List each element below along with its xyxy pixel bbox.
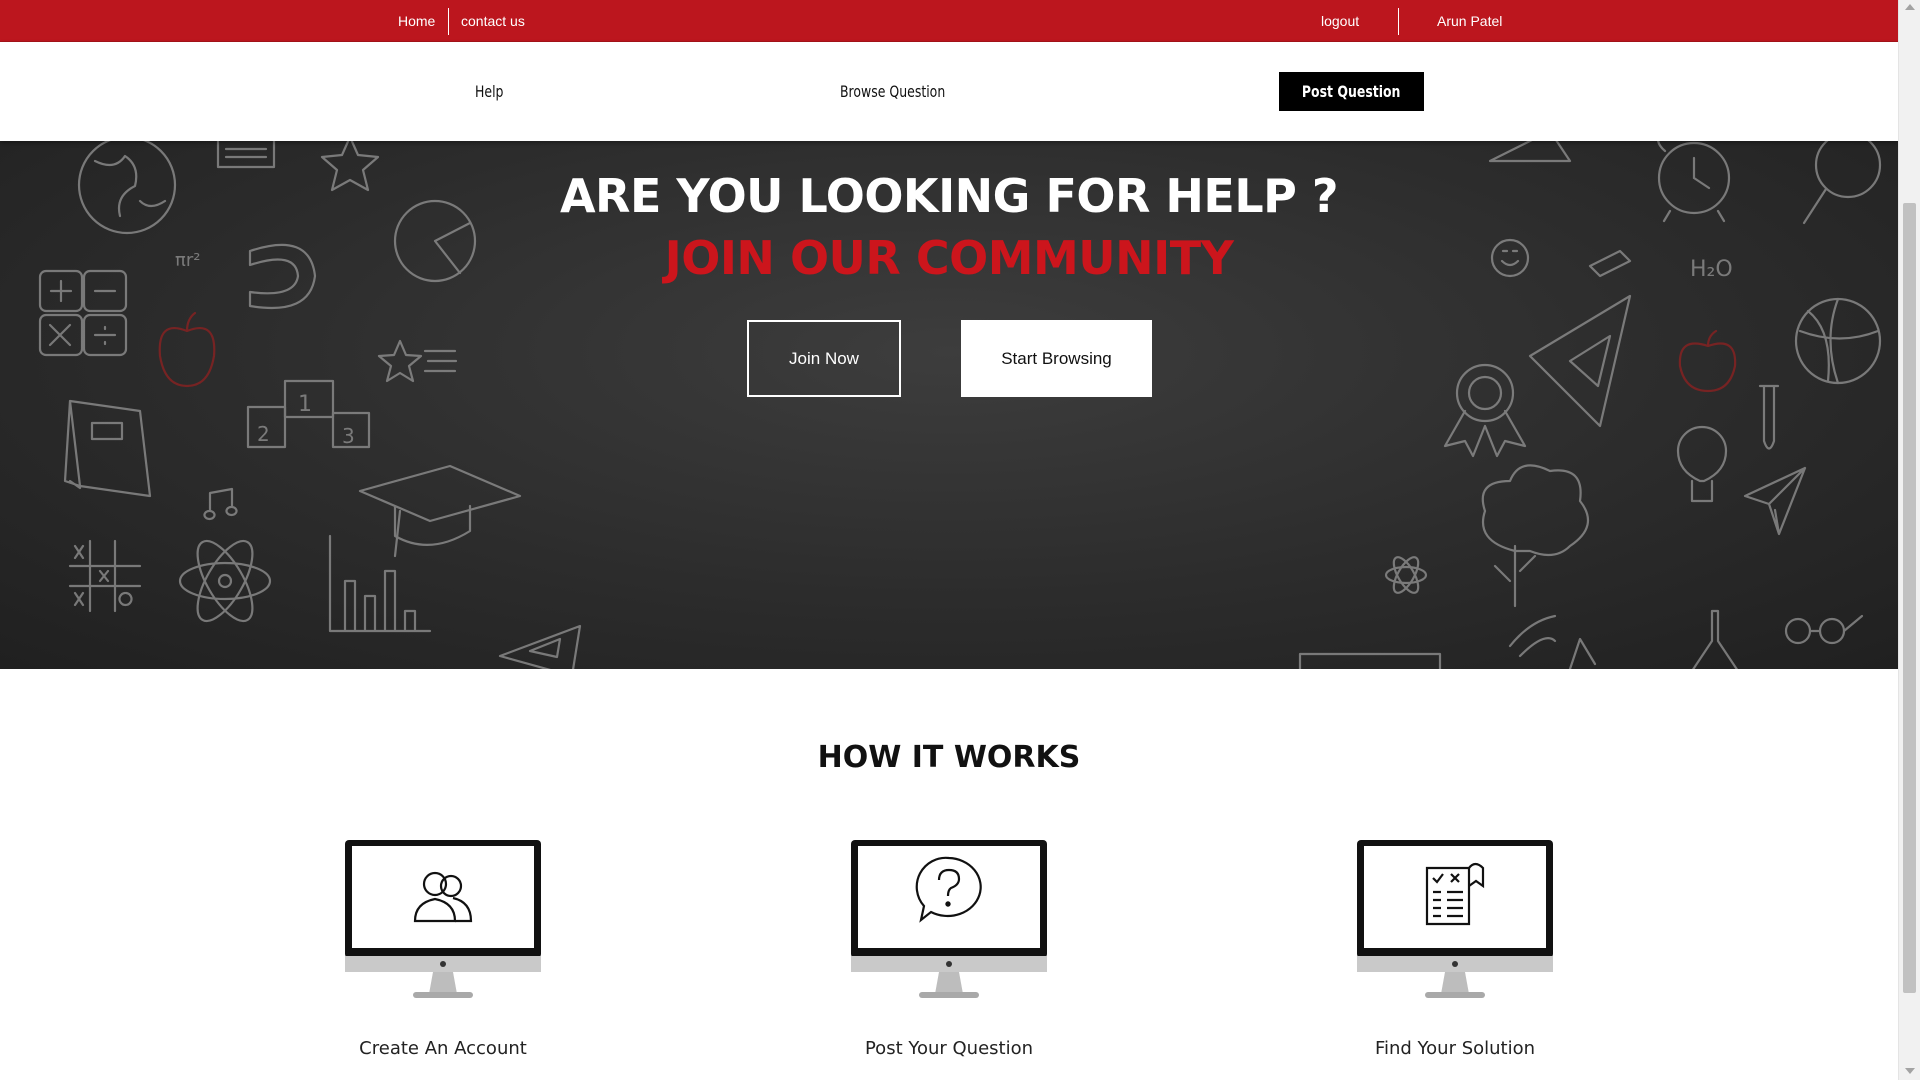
- main-nav: Help Browse Question Post Question: [0, 42, 1898, 141]
- tree-doodle-icon: [1481, 464, 1590, 608]
- post-question-label: Post Question: [1302, 82, 1401, 101]
- graduation-cap-doodle-icon: [358, 464, 522, 558]
- top-bar-divider: [1398, 8, 1399, 35]
- podium-doodle-icon: 1 2 3: [246, 379, 371, 449]
- svg-text:3: 3: [342, 424, 355, 448]
- monitor-icon: [345, 840, 541, 998]
- signal-doodle-icon: [1508, 614, 1597, 669]
- test-tube-doodle-icon: [1758, 384, 1780, 450]
- glasses-doodle-icon: [1784, 614, 1864, 645]
- nav-help-link[interactable]: Help: [475, 42, 503, 141]
- post-question-button[interactable]: Post Question: [1279, 72, 1424, 111]
- set-square-doodle-icon: [498, 624, 582, 669]
- ruler-doodle-icon: [1488, 141, 1572, 163]
- basketball-doodle-icon: [1794, 297, 1882, 385]
- hero-banner: πr² 123 H₂O ARE YOU LOOKING FOR HELP ? J…: [0, 141, 1898, 669]
- monitor-icon: [851, 840, 1047, 998]
- atom-doodle-icon: [178, 539, 272, 623]
- book-doodle-icon: [63, 399, 152, 498]
- step-label: Create An Account: [359, 1038, 527, 1059]
- tictactoe-doodle-icon: [68, 539, 142, 613]
- apple-doodle-icon: [158, 311, 216, 388]
- set-square-right-doodle-icon: [1528, 294, 1632, 428]
- step-find-solution: Find Your Solution: [1345, 838, 1565, 1059]
- flask-doodle-icon: [1692, 609, 1738, 669]
- top-bar: Home contact us logout Arun Patel: [0, 0, 1898, 42]
- lightbulb-doodle-icon: [1676, 425, 1728, 503]
- scroll-down-arrow-icon[interactable]: [1905, 1068, 1915, 1074]
- vertical-scrollbar[interactable]: [1898, 0, 1920, 1080]
- user-name-link[interactable]: Arun Patel: [1437, 0, 1502, 42]
- how-it-works-title: HOW IT WORKS: [817, 740, 1081, 775]
- monitor-icon: [1357, 840, 1553, 998]
- bar-chart-doodle-icon: [328, 534, 432, 633]
- step-post-question: Post Your Question: [839, 838, 1059, 1059]
- apple-right-doodle-icon: [1678, 329, 1737, 393]
- scroll-up-arrow-icon[interactable]: [1905, 4, 1915, 10]
- start-browsing-button[interactable]: Start Browsing: [961, 320, 1152, 397]
- hero-subheadline: JOIN OUR COMMUNITY: [664, 231, 1234, 285]
- home-link[interactable]: Home: [398, 0, 435, 42]
- shooting-star-doodle-icon: [377, 339, 458, 383]
- paper-plane-doodle-icon: [1743, 466, 1807, 536]
- join-now-button[interactable]: Join Now: [747, 320, 901, 397]
- award-ribbon-doodle-icon: [1443, 363, 1527, 458]
- music-note-doodle-icon: [203, 487, 238, 521]
- contact-link[interactable]: contact us: [461, 0, 525, 42]
- svg-text:2: 2: [257, 422, 270, 446]
- atom-small-doodle-icon: [1384, 556, 1428, 594]
- step-create-account: Create An Account: [333, 838, 553, 1059]
- top-bar-divider: [448, 8, 449, 35]
- frame-doodle-icon: [1298, 652, 1442, 669]
- calendar-doodle-icon: [216, 141, 276, 169]
- step-label: Post Your Question: [864, 1038, 1034, 1059]
- logout-link[interactable]: logout: [1321, 0, 1359, 42]
- hero-headline: ARE YOU LOOKING FOR HELP ?: [559, 169, 1339, 223]
- scrollbar-thumb[interactable]: [1903, 203, 1916, 993]
- svg-text:1: 1: [298, 392, 312, 417]
- page: Home contact us logout Arun Patel Help B…: [0, 0, 1898, 1080]
- step-label: Find Your Solution: [1374, 1038, 1536, 1059]
- nav-browse-question-link[interactable]: Browse Question: [840, 42, 945, 141]
